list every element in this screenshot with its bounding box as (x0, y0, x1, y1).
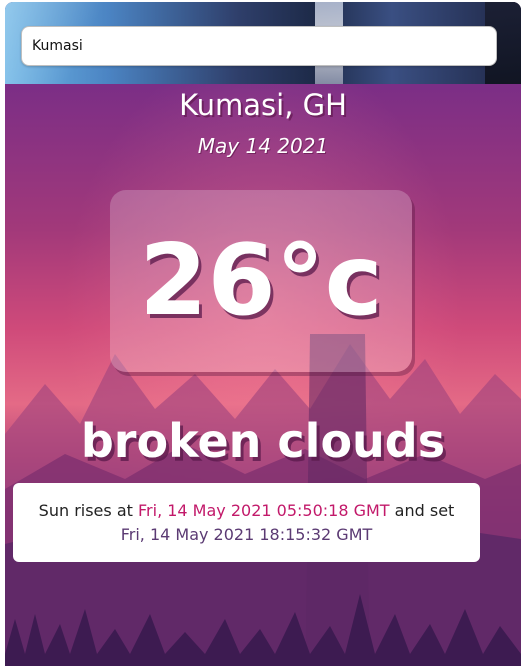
app-window: Kumasi, GH May 14 2021 26°c broken cloud… (5, 2, 521, 666)
sunset-time: Fri, 14 May 2021 18:15:32 GMT (120, 525, 373, 544)
temperature-value: 26°c (139, 224, 383, 338)
city-search-input[interactable] (21, 26, 497, 66)
sunset-background (5, 84, 521, 666)
sunrise-time: Fri, 14 May 2021 05:50:18 GMT (138, 501, 390, 520)
weather-conditions: broken clouds (80, 414, 446, 468)
search-bar (21, 26, 497, 66)
sunrise-prefix: Sun rises at (38, 501, 133, 520)
temperature-card: 26°c (110, 190, 412, 372)
date-label: May 14 2021 (197, 134, 329, 158)
sunset-prefix: and set (394, 501, 455, 520)
sun-times-card: Sun rises at Fri, 14 May 2021 05:50:18 G… (13, 483, 480, 562)
location-title: Kumasi, GH (179, 88, 347, 122)
